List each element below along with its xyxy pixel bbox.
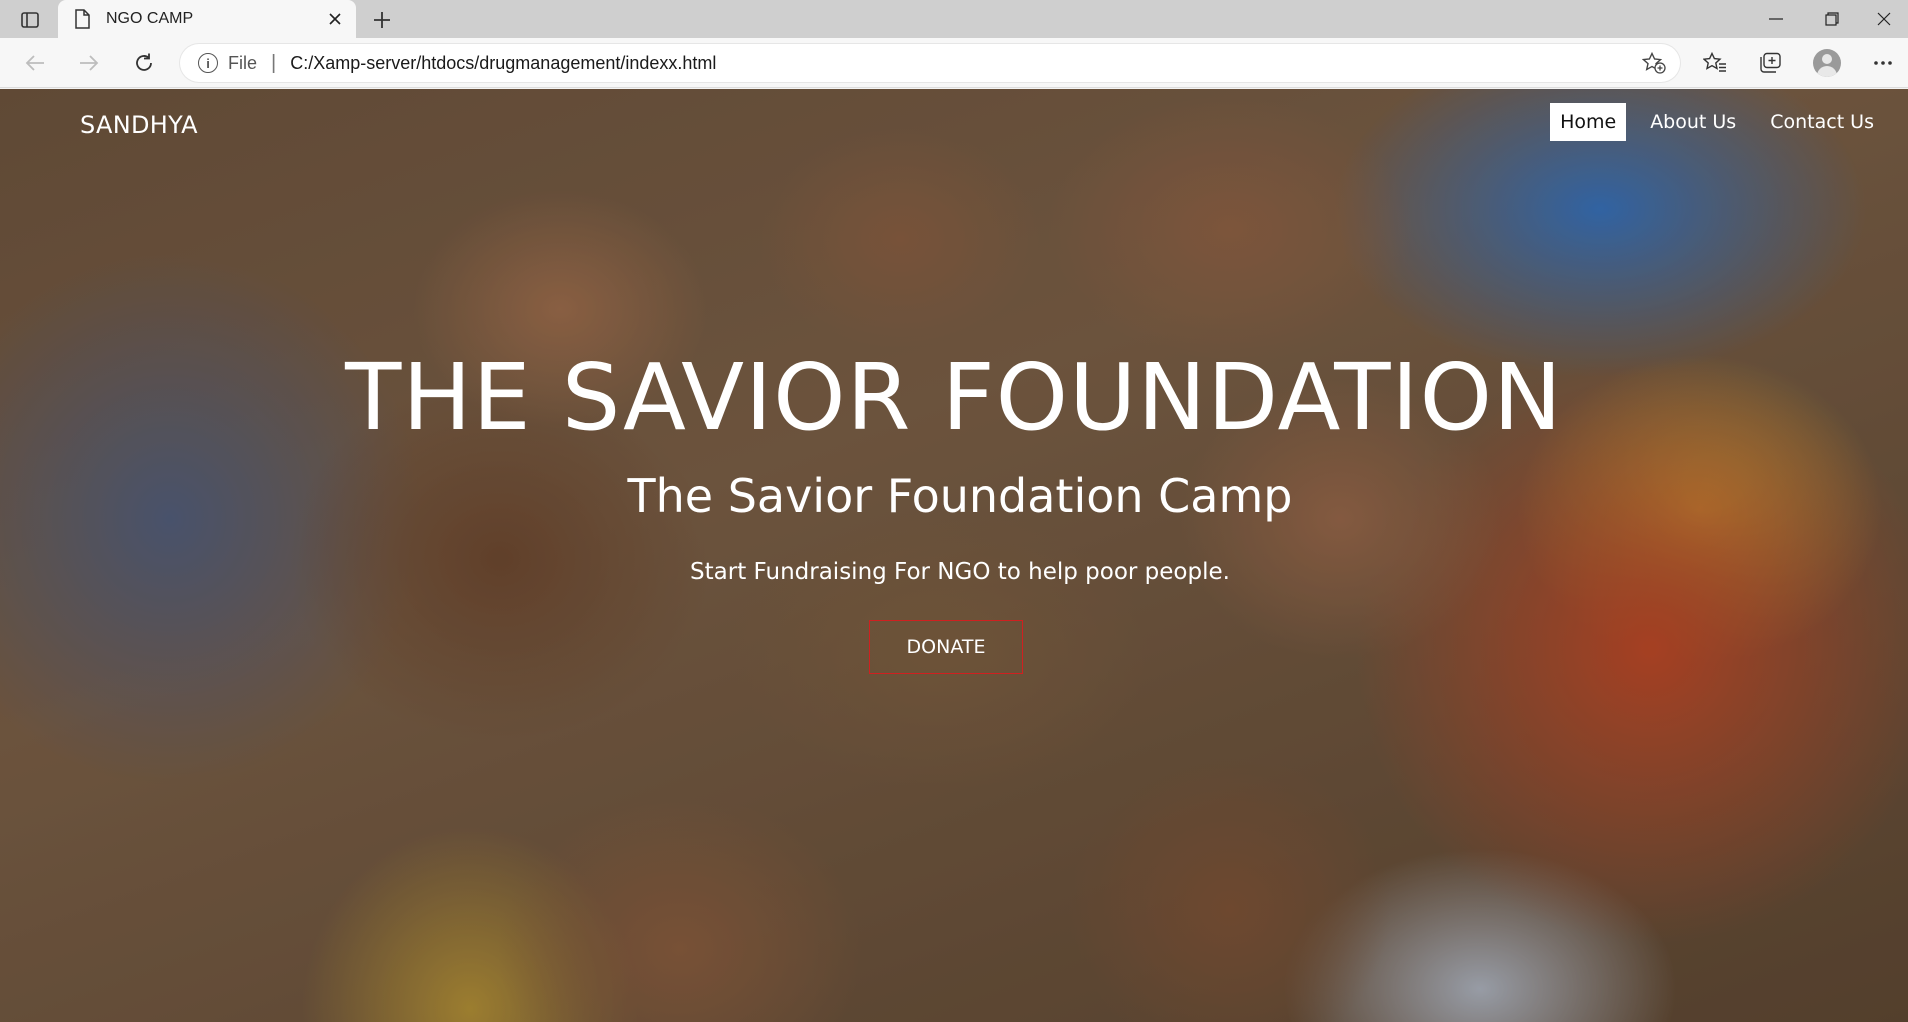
hero-subheadline: The Savior Foundation Camp: [627, 469, 1293, 523]
info-icon[interactable]: i: [198, 53, 218, 73]
hero-tagline: Start Fundraising For NGO to help poor p…: [690, 559, 1230, 585]
nav-about-us[interactable]: About Us: [1640, 103, 1746, 141]
new-tab-icon[interactable]: [368, 6, 396, 34]
hero-headline: THE SAVIOR FOUNDATION: [345, 344, 1563, 451]
address-url[interactable]: C:/Xamp-server/htdocs/drugmanagement/ind…: [290, 53, 716, 74]
tab-strip: NGO CAMP: [0, 0, 1908, 38]
tab-actions-icon[interactable]: [14, 7, 46, 33]
browser-tab[interactable]: NGO CAMP: [58, 0, 356, 38]
site-brand[interactable]: SANDHYA: [80, 111, 198, 139]
window-close-icon[interactable]: [1856, 0, 1908, 38]
address-separator: |: [271, 51, 277, 74]
restore-icon[interactable]: [1804, 0, 1860, 38]
minimize-icon[interactable]: [1748, 0, 1804, 38]
more-icon[interactable]: [1870, 50, 1896, 76]
forward-icon[interactable]: [72, 47, 106, 79]
add-favorite-icon[interactable]: [1641, 51, 1666, 79]
donate-button[interactable]: DONATE: [869, 620, 1023, 674]
refresh-icon[interactable]: [127, 47, 161, 79]
close-icon[interactable]: [326, 10, 344, 28]
tab-title: NGO CAMP: [106, 10, 194, 27]
site-nav: Home About Us Contact Us: [1536, 103, 1884, 141]
collections-icon[interactable]: [1757, 50, 1783, 76]
address-scheme: File: [228, 52, 258, 73]
browser-toolbar: i File | C:/Xamp-server/htdocs/drugmanag…: [0, 38, 1908, 88]
document-icon: [74, 9, 92, 29]
address-bar[interactable]: i File | C:/Xamp-server/htdocs/drugmanag…: [180, 44, 1680, 82]
page-viewport: SANDHYA Home About Us Contact Us THE SAV…: [0, 89, 1908, 1022]
favorites-icon[interactable]: [1702, 50, 1728, 76]
nav-home[interactable]: Home: [1550, 103, 1627, 141]
hero-overlay: [0, 89, 1908, 1022]
nav-contact-us[interactable]: Contact Us: [1760, 103, 1884, 141]
profile-icon[interactable]: [1813, 49, 1841, 77]
back-icon[interactable]: [18, 47, 52, 79]
